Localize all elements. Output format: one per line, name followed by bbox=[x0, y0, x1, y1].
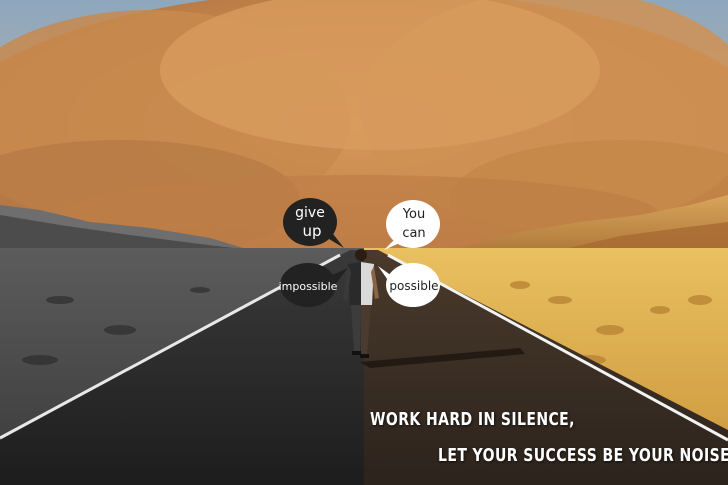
quote-line-1: WORK HARD IN SILENCE, bbox=[370, 409, 575, 430]
you-can-text-line2: can bbox=[402, 226, 425, 241]
impossible-text: impossible bbox=[279, 280, 338, 293]
motivational-scene: give up You can impossible possible WORK… bbox=[0, 0, 728, 485]
motivational-quote: WORK HARD IN SILENCE, LET YOUR SUCCESS B… bbox=[360, 405, 728, 483]
possible-text: possible bbox=[389, 279, 438, 293]
you-can-text-line1: You bbox=[402, 207, 425, 222]
give-up-text-line2: up bbox=[302, 222, 321, 240]
quote-line-2: LET YOUR SUCCESS BE YOUR NOISE. bbox=[438, 445, 728, 466]
give-up-text-line1: give bbox=[295, 205, 325, 221]
